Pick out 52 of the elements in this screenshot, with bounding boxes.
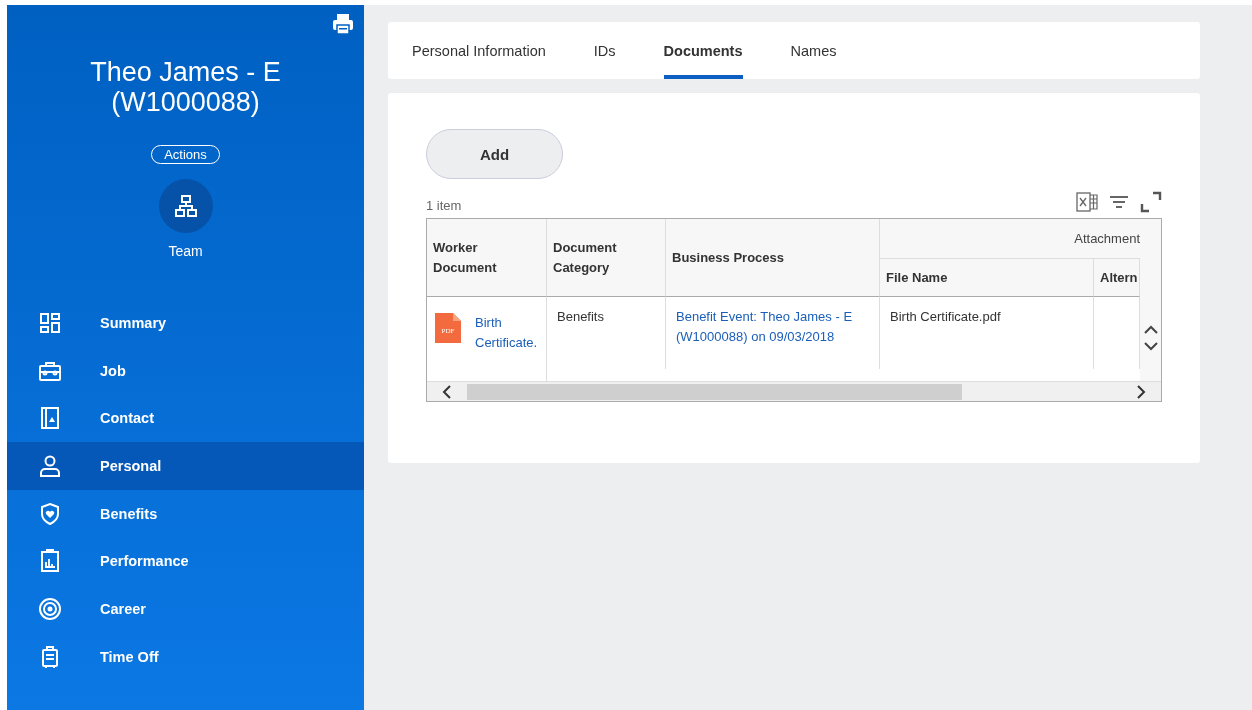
column-header[interactable]: Document Category [547, 219, 666, 296]
print-icon[interactable] [332, 13, 354, 35]
business-process-link[interactable]: Benefit Event: Theo James - E (W1000088) on 09/03/2018 [676, 307, 869, 346]
tab[interactable]: Documents [663, 22, 743, 79]
nav-label: Time Off [100, 648, 159, 665]
nav-item[interactable]: Career [7, 585, 364, 633]
grid-icon [38, 310, 62, 335]
tab[interactable]: Personal Information [412, 22, 546, 79]
table-cell: Benefits [547, 296, 666, 369]
team-button[interactable] [158, 179, 213, 233]
nav-label: Contact [100, 410, 154, 427]
column-group-header: Attachment [880, 219, 1140, 259]
expand-icon[interactable] [1140, 191, 1162, 213]
nav-label: Career [100, 600, 146, 617]
add-button[interactable]: Add [426, 129, 563, 179]
chevron-left-icon[interactable] [441, 384, 453, 399]
tab[interactable]: Names [790, 22, 837, 79]
clipboard-chart-icon [38, 549, 62, 574]
horizontal-scrollbar[interactable] [427, 381, 1161, 401]
worker-name: Theo James - E (W1000088) [89, 57, 282, 117]
table-cell: Birth Certificate.pdf [880, 296, 1094, 369]
address-book-icon [38, 406, 62, 431]
nav-item[interactable]: Personal [7, 442, 364, 490]
nav-item[interactable]: Job [7, 346, 364, 395]
nav-label: Benefits [100, 505, 158, 522]
column-header[interactable]: Worker Document [427, 219, 547, 296]
scroll-thumb[interactable] [467, 383, 962, 400]
chevron-up-icon[interactable] [1143, 325, 1158, 335]
chevron-right-icon[interactable] [1135, 384, 1147, 399]
spreadsheet-icon[interactable] [1076, 191, 1098, 213]
column-header[interactable]: Altern [1094, 259, 1140, 296]
tab[interactable]: IDs [593, 22, 616, 79]
item-count: 1 item [426, 198, 462, 213]
nav-label: Job [100, 362, 126, 379]
nav-item[interactable]: Summary [7, 299, 364, 347]
nav-item[interactable]: Time Off [7, 632, 364, 681]
target-icon [38, 596, 62, 621]
document-link[interactable]: Birth Certificate. [475, 313, 538, 365]
vertical-scrollbar[interactable] [1140, 219, 1161, 381]
nav-item[interactable]: Performance [7, 537, 364, 586]
chevron-down-icon[interactable] [1143, 341, 1158, 351]
nav-label: Summary [100, 314, 167, 331]
shield-heart-icon [38, 501, 62, 526]
person-icon [38, 453, 62, 478]
nav-label: Performance [100, 553, 189, 570]
team-label: Team [168, 243, 203, 259]
column-header[interactable]: File Name [880, 259, 1094, 296]
org-chart-icon [173, 194, 198, 218]
column-header[interactable]: Business Process [666, 219, 880, 296]
nav-item[interactable]: Contact [7, 394, 364, 443]
nav-item[interactable]: Benefits [7, 489, 364, 538]
nav-label: Personal [100, 457, 162, 474]
